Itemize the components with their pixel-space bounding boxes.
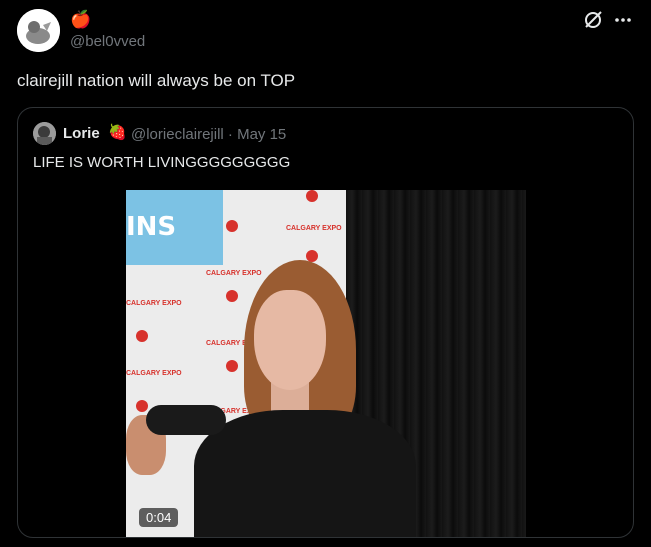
sponsor-logo-text: CALGARY EXPO bbox=[206, 270, 262, 277]
author-handle[interactable]: @bel0vved bbox=[70, 33, 145, 50]
strawberry-emoji: 🍓 bbox=[108, 124, 127, 141]
sponsor-logo-text: CALGARY EXPO bbox=[126, 300, 182, 307]
quoted-text: LIFE IS WORTH LIVINGGGGGGGGG bbox=[33, 154, 291, 171]
more-icon[interactable] bbox=[612, 9, 634, 31]
author-avatar[interactable] bbox=[17, 9, 60, 52]
person-face bbox=[254, 290, 326, 390]
quoted-tweet[interactable]: Lorie 🍓 @lorieclairejill · May 15 LIFE I… bbox=[17, 107, 634, 538]
expo-banner: INS bbox=[126, 190, 223, 265]
sponsor-logo-text: CALGARY EXPO bbox=[126, 370, 182, 377]
person-body bbox=[194, 410, 416, 537]
banner-text: INS bbox=[126, 212, 177, 242]
video-player[interactable]: INS CALGARY EXPO CALGARY EXPO CALGARY EX… bbox=[126, 190, 526, 537]
quoted-avatar[interactable] bbox=[33, 122, 56, 145]
quoted-name[interactable]: Lorie bbox=[63, 125, 100, 142]
microphone bbox=[146, 405, 226, 435]
tweet-text: clairejill nation will always be on TOP bbox=[17, 71, 296, 90]
video-timestamp: 0:04 bbox=[139, 508, 179, 527]
apple-emoji: 🍎 bbox=[70, 10, 92, 29]
quoted-handle-date[interactable]: @lorieclairejill · May 15 bbox=[131, 126, 286, 143]
grok-icon[interactable] bbox=[582, 9, 604, 31]
sponsor-logo-text: CALGARY EXPO bbox=[286, 225, 342, 232]
